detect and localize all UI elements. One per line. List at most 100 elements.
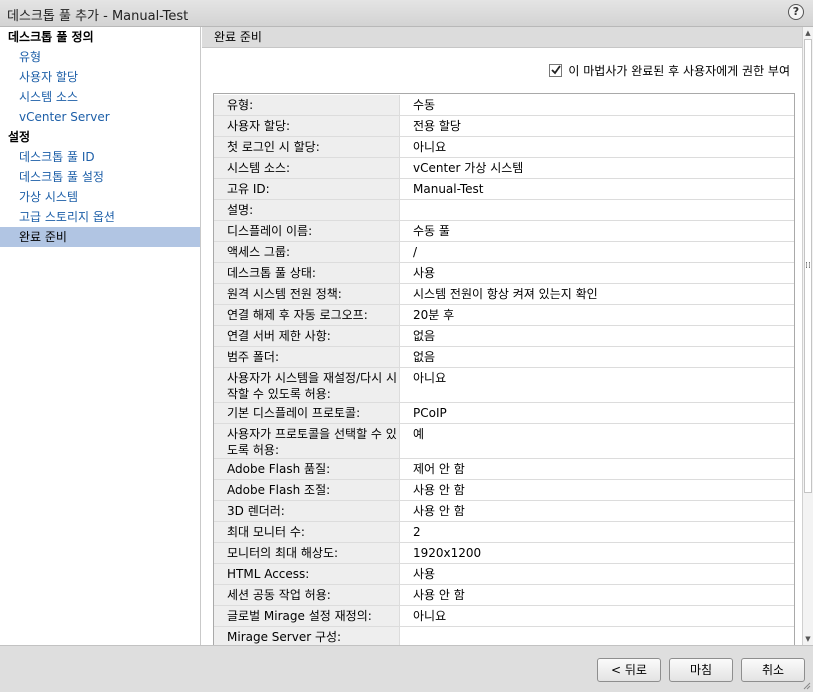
summary-key-text: HTML Access: [227, 567, 310, 581]
sidebar-item[interactable]: 유형 [0, 47, 200, 67]
sidebar-item[interactable]: 데스크톱 풀 ID [0, 147, 200, 167]
summary-row: 연결 해제 후 자동 로그오프: 20분 후 [214, 304, 794, 326]
sidebar-section-title: 설정 [8, 130, 31, 144]
summary-key-text: 시스템 소스: [227, 161, 291, 175]
sidebar-item[interactable]: 가상 시스템 [0, 187, 200, 207]
summary-key: 연결 서버 제한 사항: [214, 325, 400, 347]
summary-key-text: 글로벌 Mirage 설정 재정의: [227, 609, 372, 623]
summary-value: 예 [399, 423, 794, 459]
summary-key: HTML Access: [214, 563, 400, 585]
summary-row: 사용자가 프로토콜을 선택할 수 있도록 허용: 예 [214, 423, 794, 459]
scroll-grip-icon: ⁞⁞ [805, 261, 811, 271]
summary-value: 사용 [399, 262, 794, 284]
sidebar-item[interactable]: 사용자 할당 [0, 67, 200, 87]
summary-key: 사용자가 프로토콜을 선택할 수 있도록 허용: [214, 423, 400, 459]
summary-row: 원격 시스템 전원 정책: 시스템 전원이 항상 켜져 있는지 확인 [214, 283, 794, 305]
summary-key: 사용자 할당: [214, 115, 400, 137]
summary-key: 시스템 소스: [214, 157, 400, 179]
summary-key: 데스크톱 풀 상태: [214, 262, 400, 284]
summary-row: 사용자 할당: 전용 할당 [214, 115, 794, 137]
summary-key: 3D 렌더러: [214, 500, 400, 522]
sidebar-item[interactable]: 고급 스토리지 옵션 [0, 207, 200, 227]
cancel-button[interactable]: 취소 [741, 658, 805, 682]
summary-row: 시스템 소스: vCenter 가상 시스템 [214, 157, 794, 179]
summary-row: HTML Access: 사용 [214, 563, 794, 585]
summary-key: Adobe Flash 조절: [214, 479, 400, 501]
sidebar-section-title: 데스크톱 풀 정의 [8, 30, 94, 44]
vertical-scrollbar[interactable]: ▲ ⁞⁞ ▼ [802, 27, 813, 645]
summary-row: 설명: [214, 199, 794, 221]
summary-key: 연결 해제 후 자동 로그오프: [214, 304, 400, 326]
wizard-sidebar: 데스크톱 풀 정의유형 사용자 할당 시스템 소스 vCenter Server 설정데… [0, 27, 201, 645]
summary-key-text: 설명: [227, 203, 254, 217]
summary-key-text: 사용자가 시스템을 재설정/다시 시작할 수 있도록 허용: [227, 371, 398, 401]
summary-value: 수동 풀 [399, 220, 794, 242]
summary-key-text: 연결 서버 제한 사항: [227, 329, 331, 343]
summary-value: 20분 후 [399, 304, 794, 326]
summary-row: 글로벌 Mirage 설정 재정의: 아니요 [214, 605, 794, 627]
summary-row: Adobe Flash 품질: 제어 안 함 [214, 458, 794, 480]
entitle-users-option[interactable]: 이 마법사가 완료된 후 사용자에게 권한 부여 [549, 62, 790, 78]
summary-value: 사용 안 함 [399, 584, 794, 606]
checkmark-icon [551, 64, 562, 74]
summary-key-text: 사용자 할당: [227, 119, 291, 133]
entitle-users-label: 이 마법사가 완료된 후 사용자에게 권한 부여 [568, 63, 790, 78]
sidebar-item[interactable]: 데스크톱 풀 설정 [0, 167, 200, 187]
summary-key-text: 유형: [227, 98, 254, 112]
summary-key: 설명: [214, 199, 400, 221]
summary-key: 디스플레이 이름: [214, 220, 400, 242]
summary-key-text: 연결 해제 후 자동 로그오프: [227, 308, 368, 322]
summary-value: 제어 안 함 [399, 458, 794, 480]
summary-value: 아니요 [399, 136, 794, 158]
summary-row: 연결 서버 제한 사항: 없음 [214, 325, 794, 347]
back-button[interactable]: < 뒤로 [597, 658, 661, 682]
summary-key-text: 모니터의 최대 해상도: [227, 546, 339, 560]
wizard-step-list: 데스크톱 풀 정의유형 사용자 할당 시스템 소스 vCenter Server 설정데… [0, 27, 200, 247]
summary-row: Adobe Flash 조절: 사용 안 함 [214, 479, 794, 501]
summary-row: 세션 공동 작업 허용: 사용 안 함 [214, 584, 794, 606]
summary-value: 사용 안 함 [399, 479, 794, 501]
summary-panel: 유형: 수동 사용자 할당: 전용 할당 첫 로그인 시 할당: 아니요시스템 소스: vC… [213, 93, 795, 645]
sidebar-item[interactable]: 시스템 소스 [0, 87, 200, 107]
summary-row: 첫 로그인 시 할당: 아니요 [214, 136, 794, 158]
summary-row: 유형: 수동 [214, 95, 794, 116]
sidebar-item[interactable]: vCenter Server [0, 107, 200, 127]
summary-key: 고유 ID: [214, 178, 400, 200]
help-icon[interactable]: ? [788, 4, 804, 20]
summary-key: 유형: [214, 95, 400, 116]
main-panel: 완료 준비 이 마법사가 완료된 후 사용자에게 권한 부여 유형: 수동 사용자 … [202, 27, 813, 645]
summary-value: 없음 [399, 346, 794, 368]
summary-value: 아니요 [399, 605, 794, 627]
scroll-down-icon[interactable]: ▼ [803, 633, 813, 645]
summary-value: 아니요 [399, 367, 794, 403]
summary-value: vCenter 가상 시스템 [399, 157, 794, 179]
summary-value: 사용 안 함 [399, 500, 794, 522]
scroll-up-icon[interactable]: ▲ [803, 27, 813, 39]
summary-value: 1920x1200 [399, 542, 794, 564]
summary-key: 액세스 그룹: [214, 241, 400, 263]
summary-key-text: 3D 렌더러: [227, 504, 285, 518]
button-bar: < 뒤로 마침 취소 [0, 645, 813, 692]
summary-row: Mirage Server 구성: [214, 626, 794, 645]
summary-row: 최대 모니터 수: 2 [214, 521, 794, 543]
summary-row: 사용자가 시스템을 재설정/다시 시작할 수 있도록 허용: 아니요 [214, 367, 794, 403]
finish-button[interactable]: 마침 [669, 658, 733, 682]
summary-key: 세션 공동 작업 허용: [214, 584, 400, 606]
summary-key: 모니터의 최대 해상도: [214, 542, 400, 564]
summary-key-text: 세션 공동 작업 허용: [227, 588, 331, 602]
summary-value: Manual-Test [399, 178, 794, 200]
sidebar-item[interactable]: 완료 준비 [0, 227, 200, 247]
summary-key: 기본 디스플레이 프로토콜: [214, 402, 400, 424]
summary-value: PCoIP [399, 402, 794, 424]
summary-key-text: Adobe Flash 품질: [227, 462, 331, 476]
summary-key: 원격 시스템 전원 정책: [214, 283, 400, 305]
summary-table: 유형: 수동 사용자 할당: 전용 할당 첫 로그인 시 할당: 아니요시스템 소스: vC… [214, 95, 794, 645]
summary-value [399, 199, 794, 221]
summary-value: 없음 [399, 325, 794, 347]
summary-key: 사용자가 시스템을 재설정/다시 시작할 수 있도록 허용: [214, 367, 400, 403]
summary-key: 글로벌 Mirage 설정 재정의: [214, 605, 400, 627]
summary-row: 모니터의 최대 해상도: 1920x1200 [214, 542, 794, 564]
resize-grip-icon[interactable] [801, 680, 811, 690]
summary-key-text: 디스플레이 이름: [227, 224, 313, 238]
entitle-users-checkbox[interactable] [549, 63, 563, 77]
